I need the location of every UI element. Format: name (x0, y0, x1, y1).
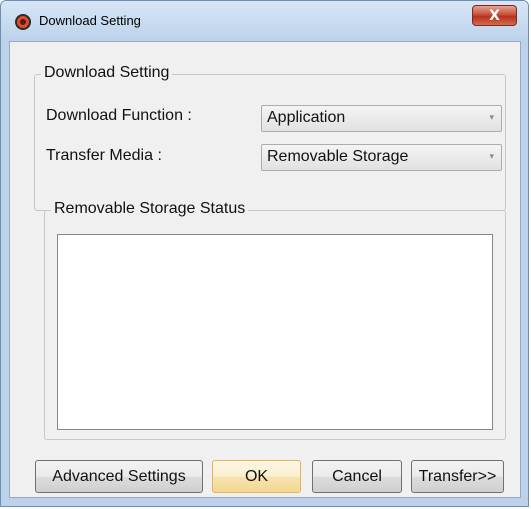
download-function-value: Application (267, 109, 346, 126)
removable-storage-status-legend: Removable Storage Status (51, 200, 249, 218)
transfer-media-value: Removable Storage (267, 148, 409, 165)
download-function-label: Download Function : (46, 107, 192, 124)
download-setting-group: Download Setting Download Function : App… (34, 64, 506, 211)
download-setting-legend: Download Setting (41, 64, 173, 82)
status-display-area[interactable] (57, 234, 493, 430)
close-button[interactable]: X (472, 5, 517, 26)
removable-storage-status-group: Removable Storage Status (44, 200, 506, 440)
download-function-select[interactable]: Application ▾ (261, 105, 502, 132)
chevron-down-icon: ▾ (489, 112, 494, 122)
close-icon: X (489, 7, 500, 24)
transfer-media-select[interactable]: Removable Storage ▾ (261, 144, 502, 171)
window-title: Download Setting (39, 13, 141, 28)
transfer-media-label: Transfer Media : (46, 147, 162, 164)
title-bar[interactable]: Download Setting X (1, 1, 528, 41)
transfer-button[interactable]: Transfer>> (411, 460, 504, 493)
ok-button[interactable]: OK (212, 460, 301, 493)
dialog-window: Download Setting X Download Setting Down… (0, 0, 529, 507)
cancel-button[interactable]: Cancel (312, 460, 402, 493)
app-icon (15, 14, 31, 30)
chevron-down-icon: ▾ (489, 151, 494, 161)
advanced-settings-button[interactable]: Advanced Settings (35, 460, 203, 493)
dialog-client-area: Download Setting Download Function : App… (9, 41, 521, 498)
